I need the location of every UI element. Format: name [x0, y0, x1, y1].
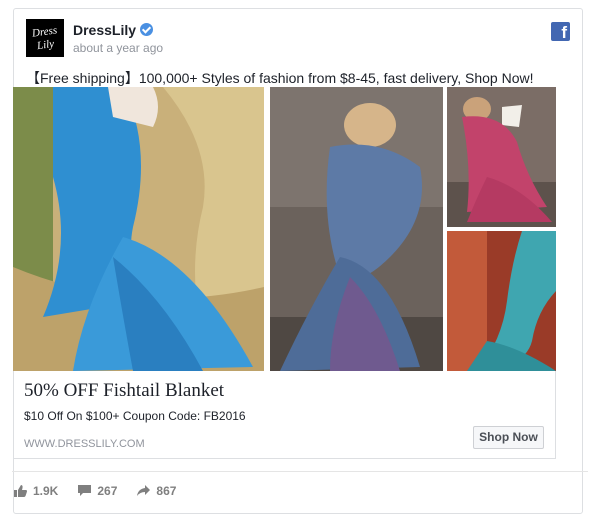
page-avatar[interactable]: Dress Lily	[26, 19, 64, 57]
image-blue-fishtail-blanket[interactable]	[13, 87, 264, 371]
comment-action[interactable]: 267	[78, 484, 117, 498]
share-action[interactable]: 867	[137, 484, 176, 498]
engagement-bar: 1.9K 267 867	[14, 482, 196, 500]
link-domain: WWW.DRESSLILY.COM	[24, 438, 145, 450]
page-name[interactable]: DressLily	[73, 22, 136, 38]
like-action[interactable]: 1.9K	[14, 484, 58, 498]
thumbs-up-icon	[14, 485, 27, 497]
share-count: 867	[156, 484, 177, 498]
image-multicolor-fishtail-blanket[interactable]	[270, 87, 443, 371]
post-timestamp[interactable]: about a year ago	[73, 41, 163, 55]
comment-count: 267	[97, 484, 118, 498]
facebook-icon: f	[551, 22, 570, 41]
share-arrow-icon	[137, 485, 151, 496]
post-header: Dress Lily DressLily about a year ago f	[26, 19, 570, 59]
image-teal-fishtail-blanket[interactable]	[447, 231, 556, 371]
image-pink-fishtail-blanket[interactable]	[447, 87, 556, 227]
post-text: 【Free shipping】100,000+ Styles of fashio…	[26, 70, 534, 86]
page-name-container: DressLily	[73, 22, 154, 38]
link-title[interactable]: 50% OFF Fishtail Blanket	[24, 380, 224, 402]
verified-badge-icon	[140, 23, 154, 36]
divider	[12, 471, 588, 472]
svg-text:Lily: Lily	[35, 38, 55, 52]
comment-icon	[78, 485, 92, 496]
like-count: 1.9K	[33, 484, 59, 498]
post-image-collage[interactable]	[13, 87, 556, 371]
dresslily-logo-icon: Dress Lily	[26, 19, 64, 57]
link-description: $10 Off On $100+ Coupon Code: FB2016	[24, 409, 246, 423]
link-preview[interactable]: 50% OFF Fishtail Blanket $10 Off On $100…	[13, 371, 556, 459]
shop-now-button[interactable]: Shop Now	[473, 426, 544, 449]
